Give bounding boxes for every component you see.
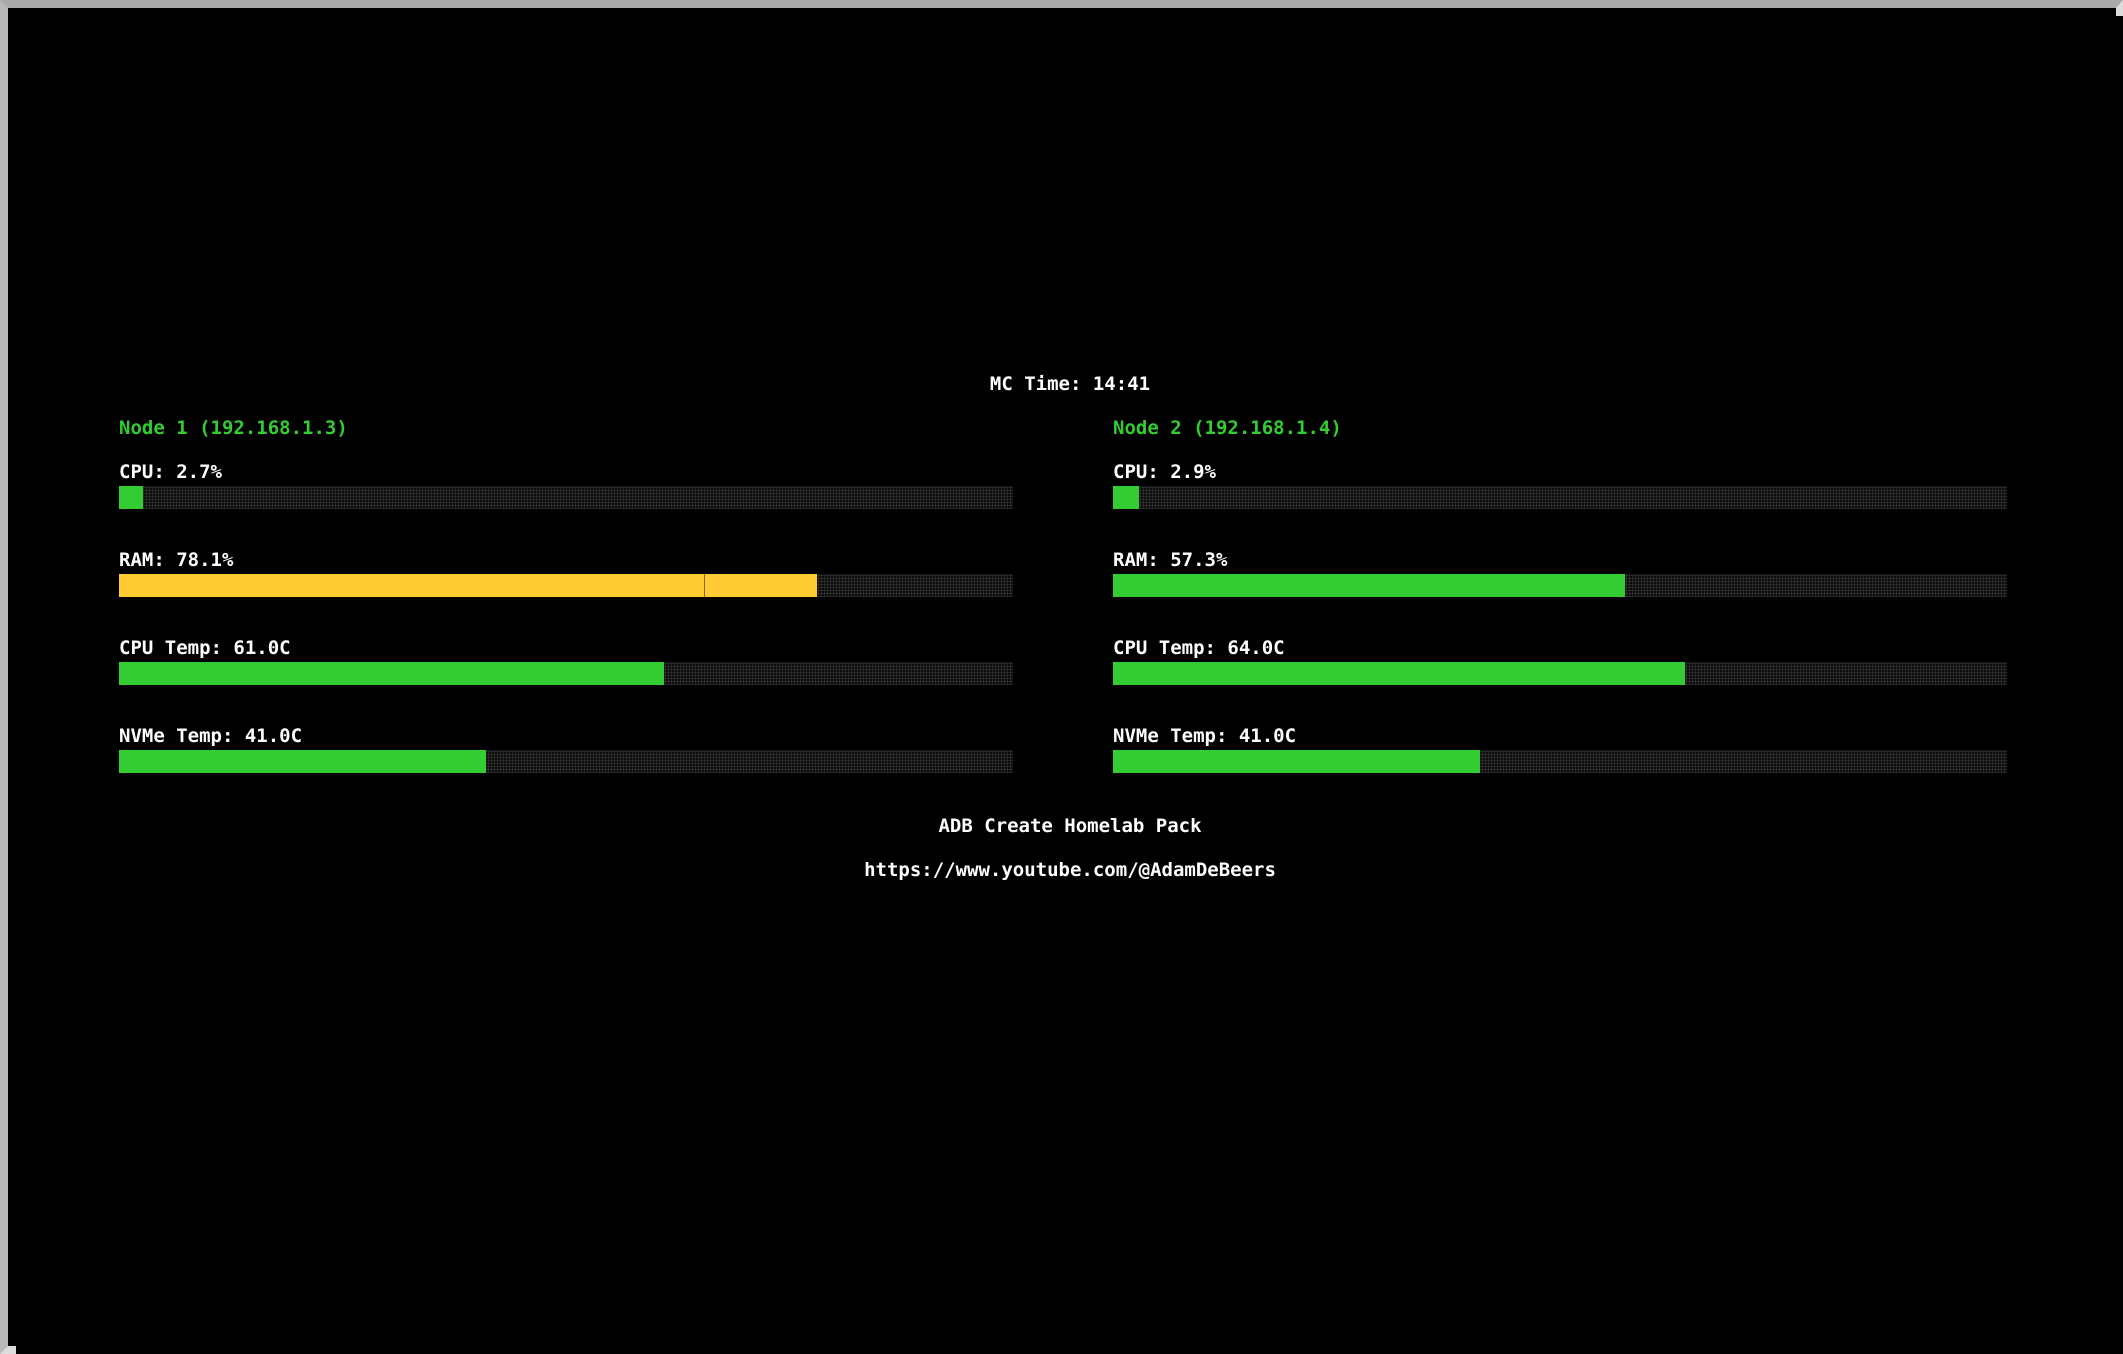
node-2-cpu-label: CPU: 2.9%: [1113, 461, 1216, 483]
footer-url: https://www.youtube.com/@AdamDeBeers: [864, 859, 1276, 881]
node-2-nvme-temp-bar-fill: [1113, 750, 1480, 773]
node-2-ram-label: RAM: 57.3%: [1113, 549, 1228, 571]
node-1-cpu-bar-fill: [119, 486, 143, 509]
node-1-nvme-temp-bar: [119, 750, 1013, 773]
node-1-ram-bar: [119, 574, 1013, 597]
node-2-nvme-temp-bar: [1113, 750, 2007, 773]
window-frame: MC Time: 14:41 Node 1 (192.168.1.3) CPU:…: [0, 0, 2123, 1354]
node-1-cpu-bar: [119, 486, 1013, 509]
clock-label: MC Time: 14:41: [989, 373, 1151, 395]
node-1-cpu-label: CPU: 2.7%: [119, 461, 222, 483]
node-2-cpu-temp-bar: [1113, 662, 2007, 685]
node-2-cpu-bar: [1113, 486, 2007, 509]
node-2-ram-bar-fill: [1113, 574, 1625, 597]
node-2-nvme-temp-label: NVMe Temp: 41.0C: [1113, 725, 1297, 747]
dashboard-screen: MC Time: 14:41 Node 1 (192.168.1.3) CPU:…: [16, 16, 2123, 1354]
node-1-ram-label: RAM: 78.1%: [119, 549, 234, 571]
node-1-cpu-temp-label: CPU Temp: 61.0C: [119, 637, 291, 659]
node-1-title: Node 1 (192.168.1.3): [119, 417, 348, 439]
node-2-cpu-temp-label: CPU Temp: 64.0C: [1113, 637, 1285, 659]
node-2-cpu-bar-fill: [1113, 486, 1139, 509]
node-1-ram-bar-fill: [119, 574, 817, 597]
node-2-ram-bar: [1113, 574, 2007, 597]
node-2-cpu-temp-bar-fill: [1113, 662, 1685, 685]
footer-title: ADB Create Homelab Pack: [938, 815, 1202, 837]
node-1-nvme-temp-label: NVMe Temp: 41.0C: [119, 725, 303, 747]
node-2-title: Node 2 (192.168.1.4): [1113, 417, 1342, 439]
node-1-nvme-temp-bar-fill: [119, 750, 486, 773]
node-1-cpu-temp-bar-fill: [119, 662, 664, 685]
node-1-cpu-temp-bar: [119, 662, 1013, 685]
